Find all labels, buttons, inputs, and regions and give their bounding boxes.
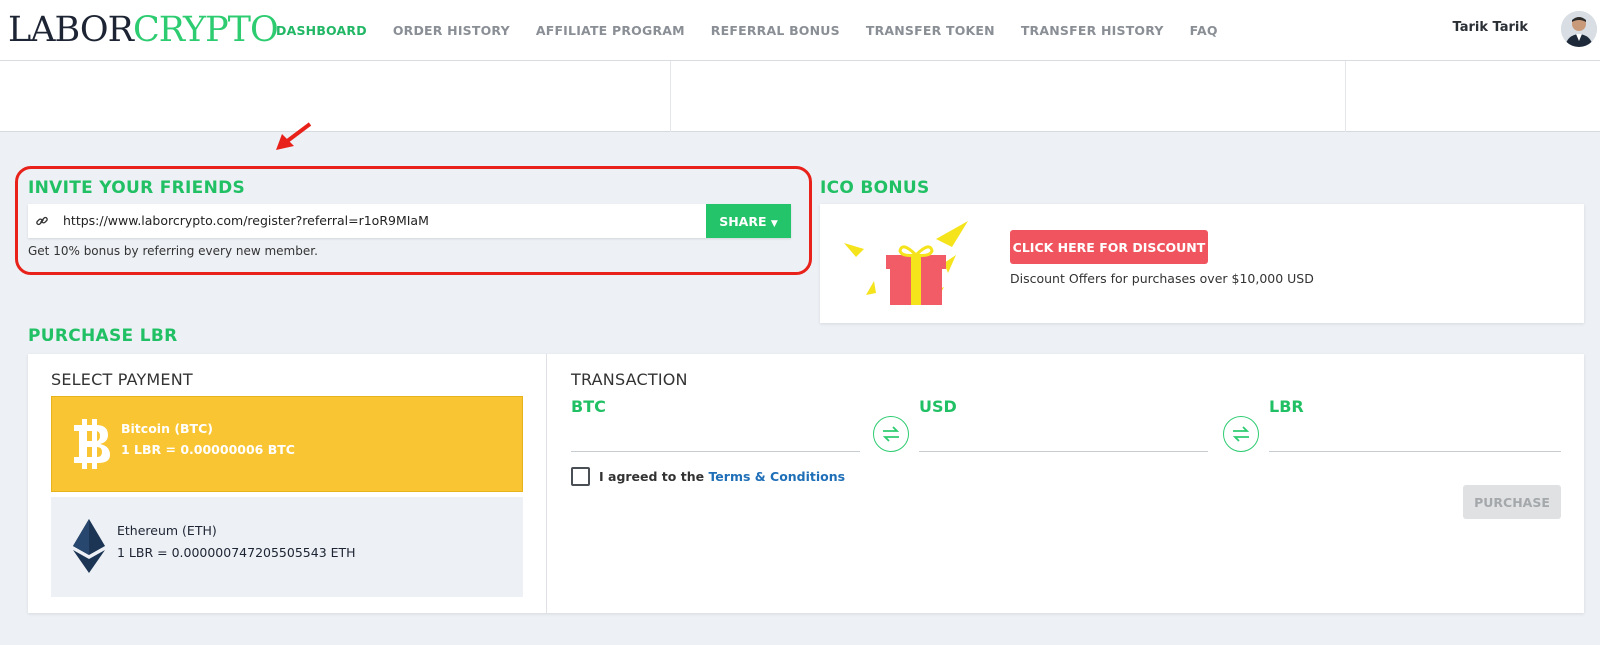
btc-rate: 1 LBR = 0.00000006 BTC [121,442,295,457]
ico-bonus-card: CLICK HERE FOR DISCOUNT Discount Offers … [820,204,1584,323]
logo-part-crypto: CRYPTO [132,10,279,50]
dropdown-caret-icon: ▼ [770,218,778,229]
logo-part-labor: LABOR [8,10,134,50]
main-nav: DASHBOARD ORDER HISTORY AFFILIATE PROGRA… [276,0,1244,61]
discount-button[interactable]: CLICK HERE FOR DISCOUNT [1010,230,1208,264]
discount-note: Discount Offers for purchases over $10,0… [1010,271,1314,286]
stats-strip [0,61,1600,132]
divider [1345,61,1346,132]
swap-icon [882,426,900,442]
red-arrow-annotation [276,122,312,150]
swap-icon [1232,426,1250,442]
btc-name: Bitcoin (BTC) [121,421,213,436]
transaction-title: TRANSACTION [571,370,688,389]
purchase-button[interactable]: PURCHASE [1463,485,1561,519]
eth-rate: 1 LBR = 0.000000747205505543 ETH [117,545,356,560]
terms-checkbox[interactable] [571,467,590,486]
swap-usd-lbr-button[interactable] [1223,416,1259,452]
referral-note: Get 10% bonus by referring every new mem… [28,244,318,258]
nav-transfer-history[interactable]: TRANSFER HISTORY [1021,23,1164,38]
nav-dashboard[interactable]: DASHBOARD [276,23,367,38]
gift-icon [844,221,968,305]
btc-amount-input[interactable] [571,426,860,452]
share-button[interactable]: SHARE ▼ [706,204,791,238]
terms-agreement: I agreed to the Terms & Conditions [599,469,845,484]
divider [546,354,547,613]
top-navigation-bar: LABORCRYPTO DASHBOARD ORDER HISTORY AFFI… [0,0,1600,61]
btc-label: BTC [571,397,606,416]
lbr-label: LBR [1269,397,1304,416]
terms-link[interactable]: Terms & Conditions [708,469,845,484]
purchase-title: PURCHASE LBR [28,326,178,346]
bitcoin-icon [74,419,110,469]
nav-referral-bonus[interactable]: REFERRAL BONUS [711,23,840,38]
swap-btc-usd-button[interactable] [873,416,909,452]
ethereum-icon [73,519,105,573]
logo[interactable]: LABORCRYPTO [8,10,279,50]
ico-bonus-title: ICO BONUS [820,178,930,198]
avatar[interactable] [1561,11,1597,47]
referral-url-input[interactable] [63,204,703,238]
payment-option-btc[interactable]: Bitcoin (BTC) 1 LBR = 0.00000006 BTC [51,396,523,492]
usd-label: USD [919,397,957,416]
eth-name: Ethereum (ETH) [117,523,217,538]
usd-amount-input[interactable] [919,426,1208,452]
nav-transfer-token[interactable]: TRANSFER TOKEN [866,23,995,38]
nav-order-history[interactable]: ORDER HISTORY [393,23,510,38]
link-icon [36,216,48,226]
select-payment-title: SELECT PAYMENT [51,370,193,389]
referral-link-row: SHARE ▼ [28,204,791,238]
lbr-amount-input[interactable] [1269,426,1561,452]
divider [670,61,671,132]
purchase-card: SELECT PAYMENT Bitcoin (BTC) 1 LBR = 0.0… [28,354,1584,613]
agree-text: I agreed to the [599,469,705,484]
nav-faq[interactable]: FAQ [1190,23,1218,38]
share-button-label: SHARE [719,213,767,229]
nav-affiliate-program[interactable]: AFFILIATE PROGRAM [536,23,685,38]
user-name[interactable]: Tarik Tarik [1453,20,1528,35]
payment-option-eth[interactable]: Ethereum (ETH) 1 LBR = 0.000000747205505… [51,497,523,597]
